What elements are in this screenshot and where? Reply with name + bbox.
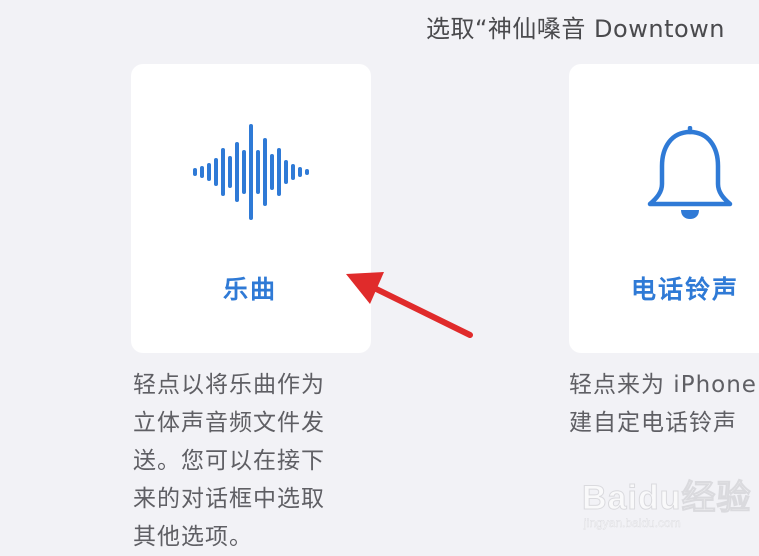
description-line: 来的对话框中选取 [133, 486, 325, 512]
waveform-icon [193, 124, 309, 220]
ringtone-option-card[interactable]: 电话铃声 [569, 64, 759, 353]
description-line: 建自定电话铃声 [569, 410, 737, 436]
songs-option-card[interactable]: 乐曲 [131, 64, 371, 353]
description-line: 轻点以将乐曲作为 [133, 372, 325, 398]
description-line: 其他选项。 [133, 524, 253, 550]
baidu-watermark: Baidu经验 jingyan.baidu.com [581, 470, 750, 536]
bell-icon [647, 126, 733, 219]
ringtone-option-description: 轻点来为 iPhone 建自定电话铃声 [569, 366, 757, 442]
songs-option-label: 乐曲 [223, 275, 278, 304]
ringtone-option-label: 电话铃声 [631, 275, 740, 304]
description-line: 送。您可以在接下 [133, 448, 325, 474]
description-line: 立体声音频文件发 [133, 410, 325, 436]
watermark-logo: Baidu经验 [581, 479, 752, 518]
songs-option-description: 轻点以将乐曲作为 立体声音频文件发 送。您可以在接下 来的对话框中选取 其他选项… [133, 366, 325, 556]
annotation-arrow-icon [346, 272, 473, 338]
description-line: 轻点来为 iPhone [569, 372, 757, 398]
watermark-url: jingyan.baidu.com [584, 516, 681, 530]
export-prompt-title: 选取“神仙嗓音 Downtown [426, 15, 725, 43]
